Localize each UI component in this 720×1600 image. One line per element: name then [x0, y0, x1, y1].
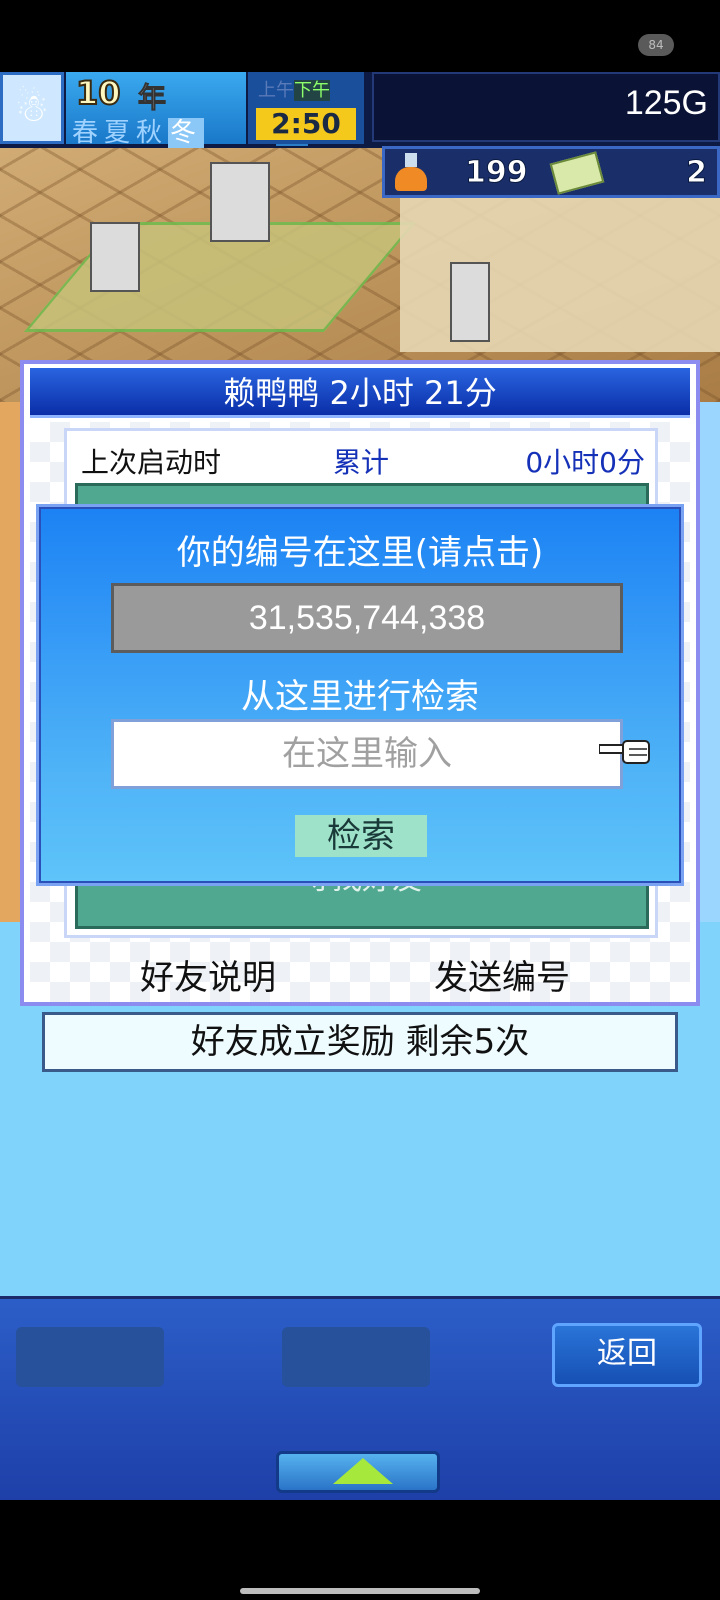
search-button[interactable]: 检索 [295, 815, 427, 857]
ticket-icon [549, 151, 605, 195]
kitchen-appliance [450, 262, 490, 342]
search-input[interactable]: 在这里输入 [111, 719, 623, 789]
last-launch-label: 上次启动时 [81, 446, 222, 479]
time-panel: 上午下午 2:50 [248, 72, 364, 144]
year-number: 10 [75, 73, 122, 113]
money-panel: 125G [372, 72, 720, 142]
calendar-panel: 10 年 平日 春夏秋冬 [66, 72, 308, 148]
season-autumn: 秋 [136, 118, 169, 148]
year-label: 年 [137, 81, 167, 115]
game-clock: 2:50 [256, 108, 356, 140]
dialog-title: 赖鸭鸭 2小时 21分 [30, 368, 690, 418]
battery-indicator: 84 [638, 34, 674, 56]
top-hud: ☃ 10 年 平日 春夏秋冬 上午下午 2:50 125G [0, 72, 720, 148]
popup-title: 你的编号在这里(请点击) [176, 533, 544, 573]
home-indicator[interactable] [240, 1588, 480, 1594]
pm-label: 下午 [294, 80, 330, 101]
bookshelf [210, 162, 270, 242]
am-pm-indicator: 上午下午 [258, 76, 330, 102]
bottom-control-panel: 返回 [0, 1296, 720, 1500]
friend-search-popup: 你的编号在这里(请点击) 31,535,744,338 从这里进行检索 在这里输… [36, 504, 684, 886]
empty-slot-button [282, 1327, 430, 1387]
empty-slot-button [16, 1327, 164, 1387]
player-id-box[interactable]: 31,535,744,338 [111, 583, 623, 653]
ticket-count: 2 [686, 155, 708, 191]
back-button[interactable]: 返回 [552, 1323, 702, 1387]
am-label: 上午 [258, 80, 294, 101]
total-time-value: 0小时0分 [525, 446, 645, 479]
expand-up-arrow-icon[interactable] [276, 1451, 440, 1493]
season-list: 春夏秋冬 [72, 112, 205, 149]
status-bar: 84 [0, 0, 720, 72]
snowman-avatar-icon[interactable]: ☃ [0, 72, 64, 144]
friend-help-button[interactable]: 好友说明 [140, 950, 276, 999]
bookshelf [90, 222, 140, 292]
navigation-bar [0, 1500, 720, 1600]
search-label: 从这里进行检索 [241, 677, 479, 717]
total-label: 累计 [333, 446, 390, 479]
send-id-button[interactable]: 发送编号 [434, 950, 570, 999]
money-amount: 125G [624, 84, 708, 122]
research-points: 199 [465, 155, 529, 191]
season-summer: 夏 [104, 118, 137, 148]
season-spring: 春 [72, 118, 105, 148]
pointing-hand-icon [599, 740, 650, 764]
friend-reward-bar: 好友成立奖励 剩余5次 [42, 1012, 678, 1072]
flask-icon [391, 153, 431, 193]
resource-bar: 199 2 [382, 146, 720, 198]
season-winter: 冬 [168, 118, 205, 148]
